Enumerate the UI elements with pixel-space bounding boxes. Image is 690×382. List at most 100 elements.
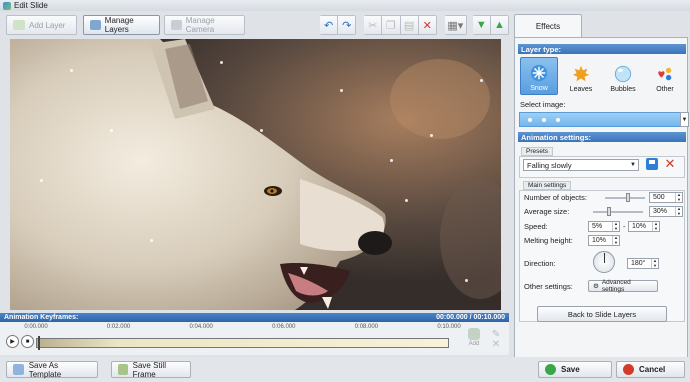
template-icon <box>13 364 24 375</box>
speed-to-input[interactable]: 10% ▲ ▼ <box>628 221 660 232</box>
delete-button[interactable]: ✕ <box>417 15 437 35</box>
bottom-bar: Save As Template Save Still Frame Save C… <box>0 357 690 382</box>
redo-button[interactable]: ↷ <box>337 15 357 35</box>
back-to-slide-layers-button[interactable]: Back to Slide Layers <box>537 306 667 322</box>
hearts-icon <box>658 67 672 81</box>
number-of-objects-label: Number of objects: <box>524 193 587 202</box>
copy-button[interactable]: ❐ <box>381 15 401 35</box>
save-preset-button[interactable] <box>646 158 658 170</box>
layer-type-other[interactable]: Other <box>646 57 684 95</box>
stepper-icon[interactable]: ▲ ▼ <box>652 221 659 231</box>
layer-type-header: Layer type: <box>518 44 686 54</box>
arrow-down-icon: ▼ <box>475 19 487 31</box>
stepper-icon[interactable]: ▲ ▼ <box>651 258 658 268</box>
tick-label: 0:00.000 <box>24 324 48 330</box>
image-option <box>556 118 560 122</box>
tab-main-settings[interactable]: Main settings <box>523 181 572 190</box>
move-down-button[interactable]: ▼ <box>472 15 491 35</box>
paste-button[interactable]: ▤ <box>399 15 419 35</box>
stop-button[interactable]: ■ <box>21 335 34 348</box>
back-button-label: Back to Slide Layers <box>567 309 637 319</box>
speed-from-input[interactable]: 5% ▲ ▼ <box>588 221 620 232</box>
add-keyframe-button[interactable]: Add <box>466 328 482 347</box>
average-size-label: Average size: <box>524 207 570 216</box>
tick-label: 0:02.000 <box>106 324 131 330</box>
cut-button[interactable]: ✂ <box>364 15 383 35</box>
snowflake <box>390 159 393 162</box>
stepper-icon[interactable]: ▲ ▼ <box>675 206 682 216</box>
manage-layers-button[interactable]: Manage Layers <box>83 15 161 35</box>
direction-dial[interactable] <box>593 251 615 273</box>
stepper-icon[interactable]: ▲ ▼ <box>675 192 682 202</box>
redo-icon: ↷ <box>342 19 352 32</box>
tab-effects[interactable]: Effects <box>514 14 582 37</box>
layer-type-bubbles[interactable]: Bubbles <box>604 57 642 95</box>
undo-button[interactable]: ↶ <box>320 15 339 35</box>
snowflake <box>220 61 223 64</box>
add-layer-button[interactable]: Add Layer <box>6 15 78 35</box>
number-of-objects-slider-thumb[interactable] <box>626 193 630 202</box>
edit-group: ✂ ❐ ▤ ✕ <box>364 15 437 35</box>
average-size-slider[interactable] <box>593 211 643 213</box>
move-up-button[interactable]: ▲ <box>489 15 509 35</box>
slide-preview[interactable] <box>10 39 501 310</box>
image-selector-dropdown[interactable]: ▼ <box>680 112 689 127</box>
close-icon: ✕ <box>664 156 676 171</box>
delete-keyframe-icon[interactable]: ✕ <box>492 339 500 350</box>
image-selector[interactable] <box>519 112 681 127</box>
speed-from-value: 5% <box>592 223 603 230</box>
play-icon: ▶ <box>10 339 15 345</box>
layer-type-leaves[interactable]: Leaves <box>562 57 600 95</box>
average-size-input[interactable]: 30% ▲ ▼ <box>649 206 683 217</box>
save-button[interactable]: Save <box>538 361 612 378</box>
delete-preset-button[interactable]: ✕ <box>663 157 677 171</box>
number-of-objects-input[interactable]: 500 ▲ ▼ <box>649 192 683 203</box>
save-as-template-button[interactable]: Save As Template <box>6 361 98 379</box>
save-label: Save <box>561 365 580 374</box>
number-of-objects-slider[interactable] <box>605 197 645 199</box>
preset-value: Falling slowly <box>527 160 572 170</box>
snowflake <box>40 179 43 182</box>
check-icon <box>545 364 556 375</box>
app-icon <box>3 1 11 10</box>
paste-icon: ▤ <box>403 19 415 32</box>
bubble-icon <box>614 65 632 83</box>
delete-icon: ✕ <box>422 19 432 32</box>
playhead[interactable] <box>38 336 40 350</box>
layer-type-snow[interactable]: Snow <box>520 57 558 95</box>
stepper-icon[interactable]: ▲ ▼ <box>612 221 619 231</box>
tick-label: 0:06.000 <box>272 324 296 330</box>
keyframes-title: Animation Keyframes: <box>4 314 79 321</box>
direction-input[interactable]: 180° ▲ ▼ <box>627 258 659 269</box>
camera-icon <box>171 20 182 30</box>
snowflake <box>340 89 343 92</box>
layer-type-label: Other <box>656 86 674 93</box>
average-size-value: 30% <box>653 208 668 215</box>
preset-select[interactable]: Falling slowly ▼ <box>523 159 639 171</box>
direction-value: 180° <box>631 260 646 267</box>
cancel-label: Cancel <box>639 365 666 374</box>
image-option <box>542 118 546 122</box>
tick-label: 0:08.000 <box>354 324 379 330</box>
align-dropdown[interactable]: ▦▾ <box>444 15 467 35</box>
manage-camera-button[interactable]: Manage Camera <box>164 15 246 35</box>
add-keyframe-icon <box>468 328 480 340</box>
add-keyframe-label: Add <box>468 341 480 347</box>
advanced-settings-button[interactable]: ⚙ Advanced settings <box>588 279 658 293</box>
grid-icon: ▦▾ <box>447 19 464 32</box>
melting-height-input[interactable]: 10% ▲ ▼ <box>588 235 620 246</box>
chevron-down-icon: ▼ <box>681 116 688 123</box>
keyframe-track[interactable] <box>36 338 449 348</box>
wolf-image <box>10 39 501 310</box>
tab-presets[interactable]: Presets <box>521 147 554 156</box>
save-icon <box>649 160 655 164</box>
cancel-button[interactable]: Cancel <box>616 361 685 378</box>
save-still-frame-button[interactable]: Save Still Frame <box>111 361 191 379</box>
animation-settings-header: Animation settings: <box>518 132 686 142</box>
stepper-icon[interactable]: ▲ ▼ <box>612 235 619 245</box>
number-of-objects-value: 500 <box>653 194 665 201</box>
average-size-slider-thumb[interactable] <box>607 207 611 216</box>
manage-camera-label: Manage Camera <box>185 16 215 34</box>
play-button[interactable]: ▶ <box>6 335 19 348</box>
copy-icon: ❐ <box>386 19 396 32</box>
